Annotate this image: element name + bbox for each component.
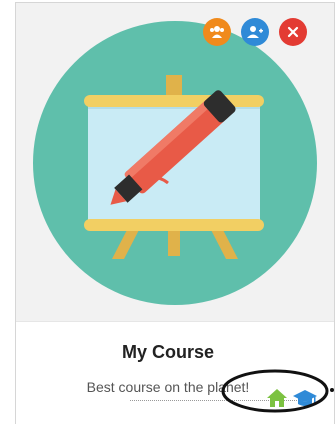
course-image [16,3,334,321]
close-icon [287,26,299,38]
annotation-ellipse [221,369,334,413]
users-icon [210,26,224,38]
add-user-button[interactable] [241,18,269,46]
close-button[interactable] [279,18,307,46]
presentation-board-illustration [33,21,317,305]
add-user-icon [247,26,263,38]
participants-button[interactable] [203,18,231,46]
